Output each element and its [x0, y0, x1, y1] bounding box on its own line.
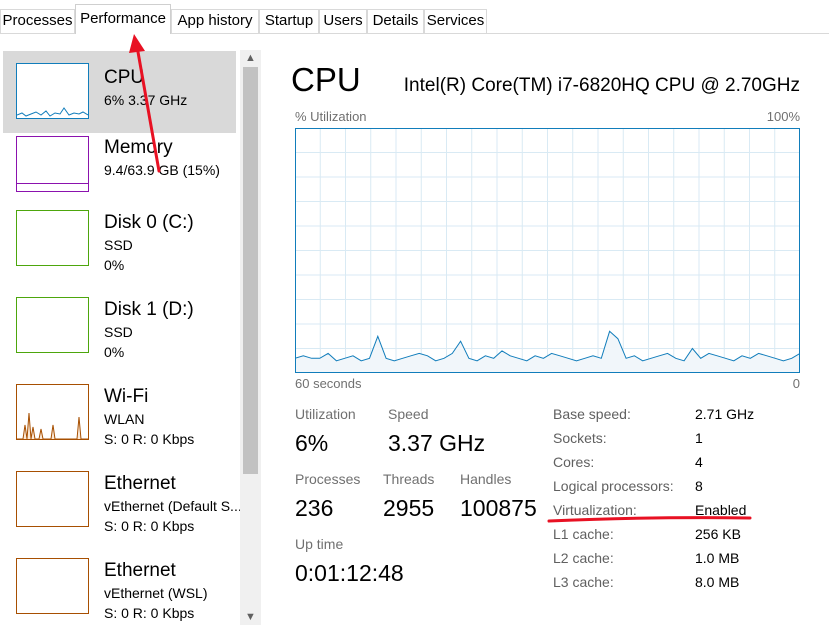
sidebar-item-ethernet-wsl[interactable]: Ethernet vEthernet (WSL) S: 0 R: 0 Kbps [3, 556, 236, 633]
ethernet-default-thumbnail-graph [16, 471, 89, 527]
graph-xlabel: 60 seconds [295, 376, 362, 391]
sidebar-item-ethernet-default[interactable]: Ethernet vEthernet (Default S... S: 0 R:… [3, 469, 242, 551]
scroll-up-icon[interactable]: ▲ [240, 50, 261, 66]
processes-value: 236 [295, 495, 334, 521]
tab-processes[interactable]: Processes [0, 9, 75, 33]
detail-value: 2.71 GHz [695, 406, 755, 422]
utilization-value: 6% [295, 430, 329, 456]
handles-label: Handles [460, 471, 512, 487]
sidebar-item-ethernet-default-name: Ethernet [104, 473, 176, 494]
disk0-thumbnail-graph [16, 210, 89, 266]
utilization-label: Utilization [295, 406, 356, 422]
ethernet-wsl-thumbnail-graph [16, 558, 89, 614]
wifi-thumbnail-graph [16, 384, 89, 440]
graph-ylabel: % Utilization [295, 109, 367, 124]
sidebar-item-disk0[interactable]: Disk 0 (C:) SSD 0% [3, 208, 236, 290]
tab-startup[interactable]: Startup [259, 9, 319, 33]
detail-value: 1 [695, 430, 703, 446]
threads-value: 2955 [383, 495, 435, 521]
detail-key: L1 cache: [553, 526, 614, 542]
tab-bar: Processes Performance App history Startu… [0, 0, 829, 34]
detail-value: 8.0 MB [695, 574, 740, 590]
page-title: CPU [291, 61, 361, 98]
detail-key: Base speed: [553, 406, 631, 422]
tab-users[interactable]: Users [319, 9, 367, 33]
sidebar-item-disk0-type: SSD [104, 237, 133, 253]
sidebar-item-memory-usage: 9.4/63.9 GB (15%) [104, 162, 220, 178]
sidebar-item-cpu-name: CPU [104, 67, 145, 88]
scroll-down-icon[interactable]: ▼ [240, 609, 261, 625]
sidebar-item-memory-name: Memory [104, 137, 173, 158]
sidebar-item-wifi-adapter: WLAN [104, 411, 145, 427]
uptime-label: Up time [295, 536, 344, 552]
cpu-thumbnail-graph [16, 63, 89, 119]
sidebar-item-ethernet-wsl-name: Ethernet [104, 560, 176, 581]
tab-details[interactable]: Details [367, 9, 424, 33]
sidebar-item-disk0-usage: 0% [104, 257, 125, 273]
processes-label: Processes [295, 471, 361, 487]
sidebar-item-wifi-rate: S: 0 R: 0 Kbps [104, 431, 195, 447]
cpu-model-name: Intel(R) Core(TM) i7-6820HQ CPU @ 2.70GH… [403, 75, 800, 96]
detail-key: L3 cache: [553, 574, 614, 590]
disk1-thumbnail-graph [16, 297, 89, 353]
sidebar-scrollbar[interactable]: ▲ ▼ [240, 50, 261, 625]
speed-label: Speed [388, 406, 429, 422]
detail-key: L2 cache: [553, 550, 614, 566]
detail-key: Logical processors: [553, 478, 674, 494]
sidebar-item-wifi[interactable]: Wi-Fi WLAN S: 0 R: 0 Kbps [3, 382, 236, 464]
sidebar-item-memory[interactable]: Memory 9.4/63.9 GB (15%) [3, 133, 236, 215]
sidebar-item-disk0-name: Disk 0 (C:) [104, 212, 194, 233]
detail-value: Enabled [695, 502, 747, 518]
sidebar-item-disk1-type: SSD [104, 324, 133, 340]
detail-value: 1.0 MB [695, 550, 740, 566]
sidebar-item-disk1-usage: 0% [104, 344, 125, 360]
cpu-utilization-graph [295, 128, 800, 373]
detail-key: Sockets: [553, 430, 607, 446]
wifi-thumbnail-sparkline [17, 412, 88, 440]
speed-value: 3.37 GHz [388, 430, 486, 456]
tab-app-history[interactable]: App history [171, 9, 259, 33]
sidebar-item-ethernet-wsl-rate: S: 0 R: 0 Kbps [104, 605, 195, 621]
detail-value: 4 [695, 454, 703, 470]
detail-value: 256 KB [695, 526, 741, 542]
sidebar-item-ethernet-default-adapter: vEthernet (Default S... [104, 498, 242, 514]
sidebar-item-ethernet-default-rate: S: 0 R: 0 Kbps [104, 518, 195, 534]
cpu-detail-panel: CPU Intel(R) Core(TM) i7-6820HQ CPU @ 2.… [262, 45, 829, 633]
scrollbar-thumb[interactable] [243, 67, 258, 474]
detail-key: Cores: [553, 454, 595, 470]
graph-ymax-label: 100% [766, 109, 800, 124]
sidebar-item-cpu[interactable]: CPU 6% 3.37 GHz [3, 51, 236, 133]
threads-label: Threads [383, 471, 435, 487]
tab-performance[interactable]: Performance [75, 4, 171, 34]
memory-thumbnail-graph [16, 136, 89, 192]
graph-xmin-label: 0 [792, 376, 800, 391]
detail-key: Virtualization: [553, 502, 637, 518]
resource-list: CPU 6% 3.37 GHz Memory 9.4/63.9 GB (15%)… [0, 45, 262, 633]
handles-value: 100875 [460, 495, 537, 521]
sidebar-item-ethernet-wsl-adapter: vEthernet (WSL) [104, 585, 208, 601]
sidebar-item-cpu-usage: 6% 3.37 GHz [104, 92, 188, 108]
sidebar-item-wifi-name: Wi-Fi [104, 386, 149, 407]
uptime-value: 0:01:12:48 [295, 560, 404, 586]
detail-value: 8 [695, 478, 703, 494]
sidebar-item-disk1-name: Disk 1 (D:) [104, 299, 194, 320]
cpu-thumbnail-sparkline [16, 107, 89, 117]
tab-services[interactable]: Services [424, 9, 487, 33]
memory-usage-line [17, 183, 88, 184]
sidebar-item-disk1[interactable]: Disk 1 (D:) SSD 0% [3, 295, 236, 377]
